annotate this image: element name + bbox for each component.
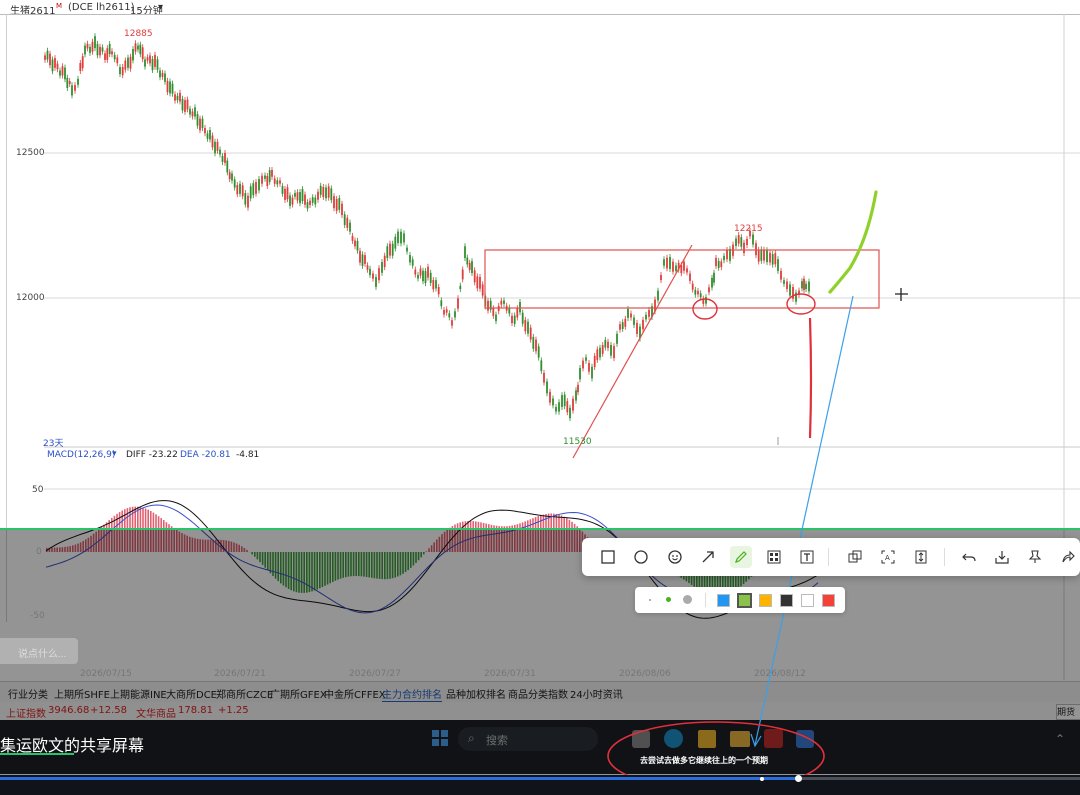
pin-icon[interactable] <box>1024 546 1046 568</box>
emoji-icon[interactable] <box>664 546 686 568</box>
size-medium[interactable] <box>666 597 671 602</box>
comment-input[interactable]: 说点什么... <box>0 638 78 664</box>
undo-icon[interactable] <box>958 546 980 568</box>
color-swatch-white[interactable] <box>801 594 814 607</box>
progress-marker <box>760 777 764 781</box>
size-large[interactable] <box>683 595 692 604</box>
text-icon[interactable] <box>796 546 818 568</box>
color-swatch-red[interactable] <box>822 594 835 607</box>
annotation-text: 去尝试去做多它继续往上的一个预期 <box>640 756 768 765</box>
toolbar-divider <box>944 548 945 566</box>
color-palette <box>635 587 845 613</box>
color-swatch-green[interactable] <box>737 593 752 608</box>
drawn-blue-arrow <box>754 295 854 746</box>
toolbar-divider <box>828 548 829 566</box>
size-small[interactable] <box>649 599 651 601</box>
progress-remaining <box>800 777 1080 780</box>
pin-screen-icon[interactable] <box>844 546 866 568</box>
annotation-layer <box>607 295 854 791</box>
color-swatch-blue[interactable] <box>717 594 730 607</box>
circle-icon[interactable] <box>630 546 652 568</box>
ocr-icon[interactable]: A <box>877 546 899 568</box>
progress-handle[interactable] <box>795 775 802 782</box>
color-swatch-dark[interactable] <box>780 594 793 607</box>
caption-underline <box>0 753 74 755</box>
playback-bar[interactable] <box>0 775 1080 795</box>
pencil-icon[interactable] <box>730 546 752 568</box>
progress-fill <box>0 777 800 780</box>
rectangle-icon[interactable] <box>597 546 619 568</box>
share-icon[interactable] <box>1057 546 1079 568</box>
color-swatch-yellow[interactable] <box>759 594 772 607</box>
annotation-toolbar: A <box>582 538 1080 576</box>
long-capture-icon[interactable] <box>910 546 932 568</box>
save-icon[interactable] <box>991 546 1013 568</box>
comment-placeholder: 说点什么... <box>18 649 67 660</box>
screen-share-view: 生猪2611 M (DCE lh2611) 15分钟 ▾ 12500 12000… <box>0 0 1080 795</box>
palette-divider <box>705 593 706 607</box>
mosaic-icon[interactable] <box>763 546 785 568</box>
svg-text:A: A <box>885 554 890 562</box>
arrow-icon[interactable] <box>697 546 719 568</box>
